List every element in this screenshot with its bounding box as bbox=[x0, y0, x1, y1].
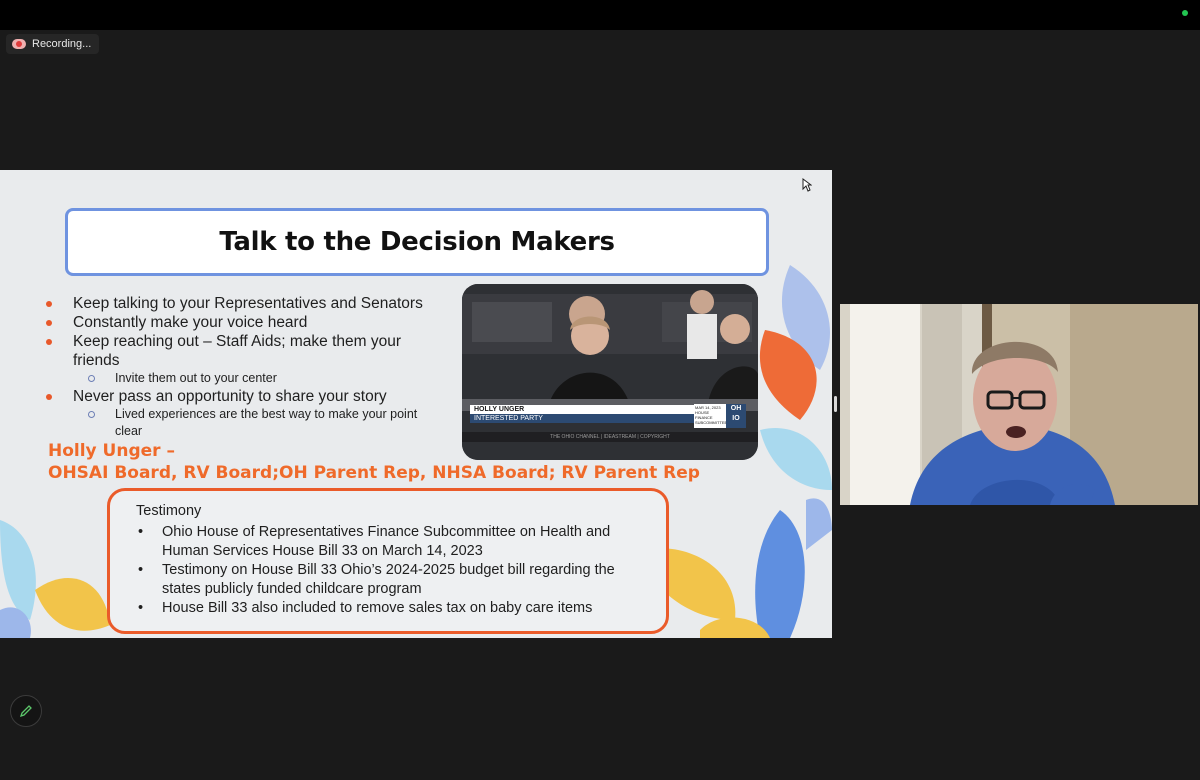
photo-committee-caption: HOUSE FINANCE SUBCOMMITTEE bbox=[695, 410, 728, 425]
bullet-list: Keep talking to your Representatives and… bbox=[46, 294, 446, 440]
presenter-credentials: Holly Unger – OHSAI Board, RV Board;OH P… bbox=[48, 440, 700, 484]
recording-indicator[interactable]: Recording... bbox=[6, 34, 100, 54]
testimony-item: House Bill 33 also included to remove sa… bbox=[136, 599, 656, 618]
recording-icon bbox=[12, 39, 26, 49]
resize-handle[interactable] bbox=[834, 396, 837, 412]
ohio-channel-logo: OH IO bbox=[726, 404, 746, 428]
recording-label: Recording... bbox=[32, 38, 92, 50]
testimony-photo: HOLLY UNGER INTERESTED PARTY MAR 14, 202… bbox=[462, 284, 758, 460]
top-bar bbox=[0, 0, 1200, 30]
participant-video[interactable] bbox=[840, 304, 1198, 505]
testimony-item: Testimony on House Bill 33 Ohio’s 2024-2… bbox=[136, 561, 656, 599]
shared-slide: Talk to the Decision Makers Keep talking… bbox=[0, 170, 832, 638]
slide-title-box: Talk to the Decision Makers bbox=[65, 208, 769, 276]
testimony-heading: Testimony bbox=[136, 503, 202, 519]
sub-bullet-item: Invite them out to your center bbox=[46, 370, 446, 387]
testimony-list: Ohio House of Representatives Finance Su… bbox=[136, 523, 656, 618]
photo-name-caption: HOLLY UNGER bbox=[474, 406, 525, 413]
participant-video-scene bbox=[840, 304, 1198, 505]
presenter-name: Holly Unger – bbox=[48, 441, 175, 461]
photo-role-banner: INTERESTED PARTY bbox=[470, 414, 694, 423]
photo-name-banner: HOLLY UNGER bbox=[470, 405, 694, 414]
bullet-item: Never pass an opportunity to share your … bbox=[46, 387, 446, 406]
bullet-item: Keep talking to your Representatives and… bbox=[46, 294, 446, 313]
slide-title: Talk to the Decision Makers bbox=[219, 227, 615, 257]
presenter-roles: OHSAI Board, RV Board;OH Parent Rep, NHS… bbox=[48, 463, 700, 483]
logo-top: OH bbox=[730, 405, 742, 412]
bullet-item: Constantly make your voice heard bbox=[46, 313, 446, 332]
sub-bullet-item: Lived experiences are the best way to ma… bbox=[46, 406, 446, 440]
pencil-icon bbox=[19, 705, 32, 718]
testimony-item: Ohio House of Representatives Finance Su… bbox=[136, 523, 656, 561]
annotate-button[interactable] bbox=[10, 695, 42, 727]
mouse-pointer-icon bbox=[802, 178, 812, 192]
logo-bottom: IO bbox=[732, 415, 740, 422]
photo-date-banner: MAR 14, 2023 HOUSE FINANCE SUBCOMMITTEE bbox=[694, 404, 728, 428]
testimony-box: Testimony Ohio House of Representatives … bbox=[107, 488, 669, 634]
photo-role-caption: INTERESTED PARTY bbox=[474, 415, 543, 422]
connection-status-dot bbox=[1182, 10, 1188, 16]
bullet-item: Keep reaching out – Staff Aids; make the… bbox=[46, 332, 446, 370]
